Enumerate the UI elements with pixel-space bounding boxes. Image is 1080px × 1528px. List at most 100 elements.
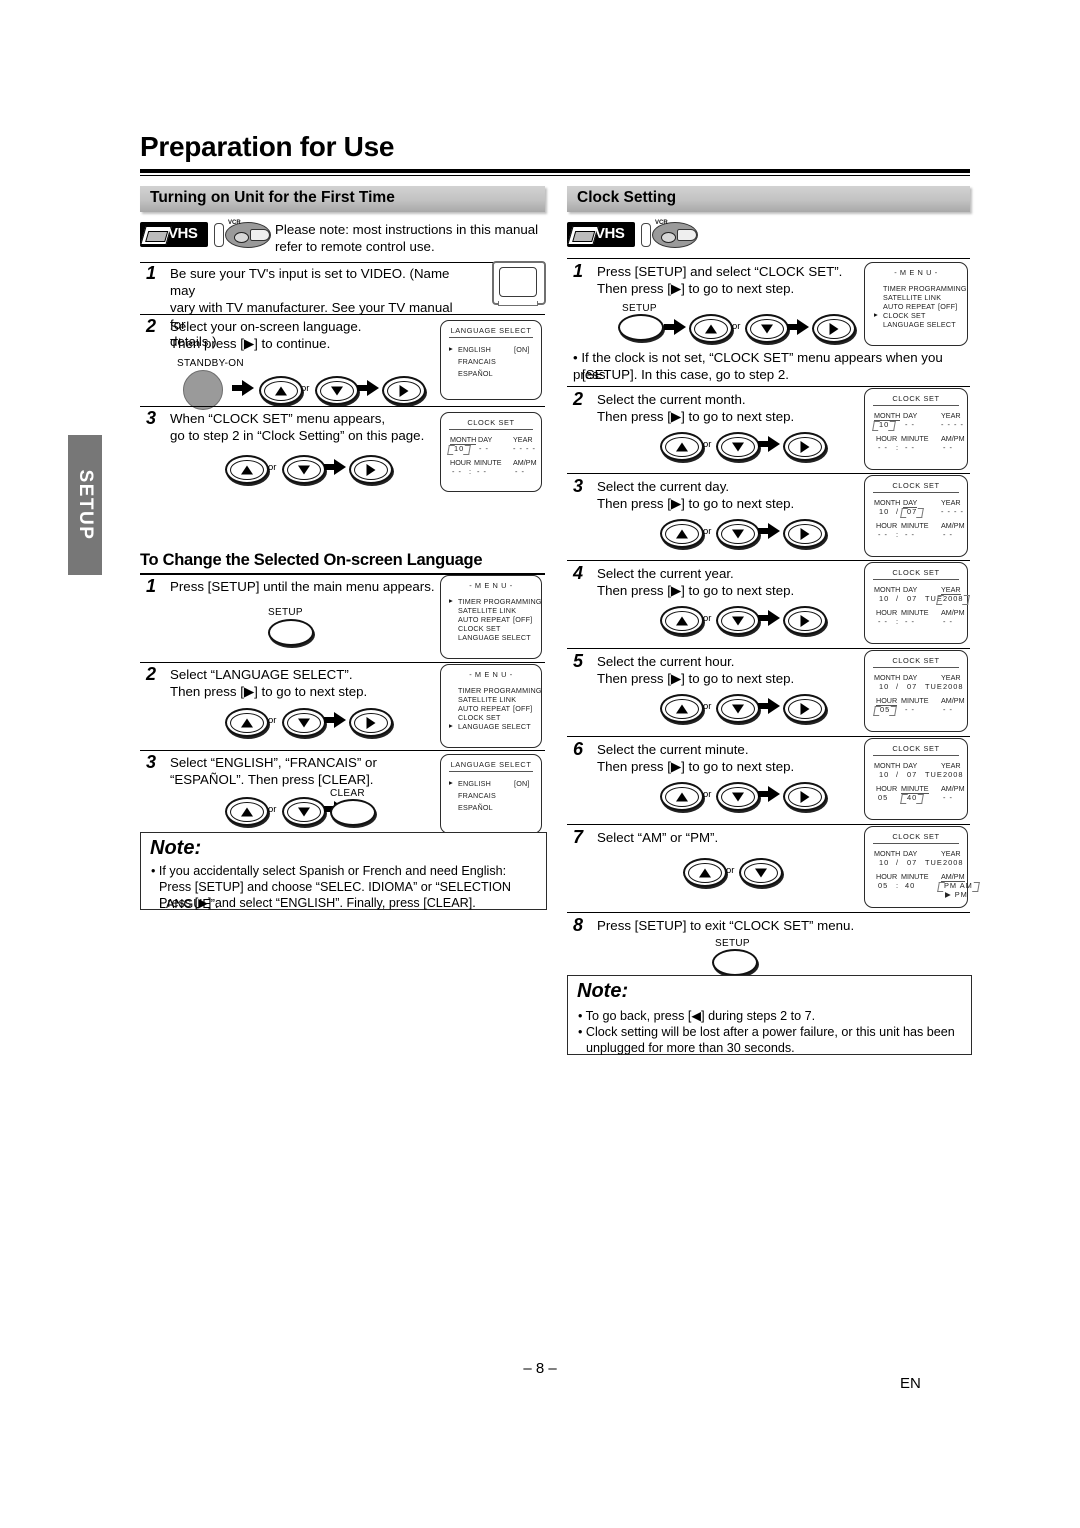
up-button[interactable] (225, 708, 269, 737)
right-button[interactable] (783, 694, 827, 723)
rule (140, 662, 545, 663)
osd-label-hour: HOUR (876, 521, 898, 530)
osd-sep-date: / (896, 770, 900, 779)
up-button[interactable] (660, 694, 704, 723)
down-button[interactable] (716, 432, 760, 461)
osd-label-day: DAY (903, 673, 918, 682)
note-line: • If you accidentally select Spanish or … (151, 864, 507, 878)
osd-value-minute: - - (905, 443, 915, 452)
osd-value-weekday: TUE (925, 770, 943, 779)
step-number: 4 (573, 563, 584, 583)
up-button[interactable] (225, 455, 269, 484)
osd-value-hour: - - (452, 467, 462, 476)
clear-button[interactable] (330, 799, 376, 826)
up-button[interactable] (660, 432, 704, 461)
up-button[interactable] (660, 782, 704, 811)
down-button[interactable] (282, 708, 326, 737)
osd-title: - M E N U - (469, 670, 513, 679)
setup-button[interactable] (712, 949, 758, 976)
arrow-icon (324, 712, 346, 728)
setup-button[interactable] (618, 314, 664, 341)
or-label: or (703, 613, 712, 624)
step-text: Select the current minute. Then press [▶… (597, 742, 795, 774)
down-button[interactable] (716, 519, 760, 548)
osd-item: FRANCAIS (458, 791, 496, 800)
step-text: Select your on-screen language. Then pre… (170, 319, 362, 351)
step-number: 3 (146, 752, 157, 772)
down-button[interactable] (282, 797, 326, 826)
osd-value-day: 07 (907, 682, 918, 691)
vcr-tail-shape (677, 229, 697, 241)
osd-title-rule (873, 755, 959, 756)
osd-value-year: - - - - (941, 507, 965, 516)
rule (567, 258, 970, 259)
right-button[interactable] (349, 708, 393, 737)
down-button[interactable] (716, 694, 760, 723)
step-number: 2 (146, 664, 157, 684)
rule (567, 473, 970, 474)
page-title: Preparation for Use (140, 131, 395, 162)
rule (567, 560, 970, 561)
right-button[interactable] (783, 519, 827, 548)
osd-label-minute: MINUTE (474, 458, 502, 467)
right-button[interactable] (783, 782, 827, 811)
step-text: Select the current year. Then press [▶] … (597, 566, 795, 598)
standby-on-button[interactable] (183, 370, 223, 410)
step-number: 2 (146, 316, 157, 336)
osd-sep-time: : (469, 467, 473, 476)
right-button[interactable] (382, 376, 426, 405)
osd-clock-set-step2: CLOCK SET MONTH DAY YEAR 10 - - - - - - … (864, 388, 968, 470)
osd-clock-set-step3: CLOCK SET MONTH DAY YEAR 10 / 07 - - - -… (864, 475, 968, 557)
osd-label-month: MONTH (874, 849, 901, 858)
down-button[interactable] (739, 858, 783, 887)
right-button[interactable] (783, 606, 827, 635)
osd-value-day: 07 (907, 594, 918, 603)
osd-title-rule (873, 843, 959, 844)
osd-label-ampm: AM/PM (941, 434, 965, 443)
up-button[interactable] (683, 858, 727, 887)
step-number: 8 (573, 915, 584, 935)
rule (567, 736, 970, 737)
osd-label-day: DAY (903, 849, 918, 858)
osd-item-value: [ON] (514, 345, 530, 354)
osd-value-month: 10 (879, 858, 890, 867)
osd-item: ESPAÑOL (458, 803, 493, 812)
osd-label-year: YEAR (941, 411, 961, 420)
section-header-turning-on: Turning on Unit for the First Time (140, 186, 545, 212)
step-number: 3 (573, 476, 584, 496)
setup-button[interactable] (268, 619, 314, 646)
osd-sep-date: / (896, 507, 900, 516)
osd-label-hour: HOUR (450, 458, 472, 467)
step-text: When “CLOCK SET” menu appears, go to ste… (170, 411, 425, 443)
up-button[interactable] (660, 519, 704, 548)
title-rule-thin (140, 175, 970, 176)
osd-value-year: 2008 (943, 594, 964, 603)
osd-item-value: [ON] (514, 779, 530, 788)
step-number: 5 (573, 651, 584, 671)
osd-value-year: - - - - (513, 444, 537, 453)
vhs-tape-shape (140, 226, 172, 245)
down-button[interactable] (282, 455, 326, 484)
language-code: EN (900, 1375, 921, 1392)
step-number: 1 (146, 576, 157, 596)
cursor-icon: ▸ (449, 721, 453, 730)
right-button[interactable] (349, 455, 393, 484)
down-button[interactable] (315, 376, 359, 405)
step-text: Select “LANGUAGE SELECT”. Then press [▶]… (170, 667, 368, 699)
step-number: 2 (573, 389, 584, 409)
up-button[interactable] (689, 314, 733, 343)
osd-label-year: YEAR (513, 435, 533, 444)
up-button[interactable] (225, 797, 269, 826)
right-button[interactable] (783, 432, 827, 461)
down-button[interactable] (716, 606, 760, 635)
up-button[interactable] (259, 376, 303, 405)
or-label: or (268, 804, 277, 815)
osd-item: ESPAÑOL (458, 369, 493, 378)
right-button[interactable] (812, 314, 856, 343)
down-button[interactable] (716, 782, 760, 811)
arrow-icon (758, 610, 780, 626)
up-button[interactable] (660, 606, 704, 635)
down-button[interactable] (745, 314, 789, 343)
osd-label-minute: MINUTE (901, 872, 929, 881)
osd-value-ampm-selected: ▶ PM (945, 890, 968, 899)
